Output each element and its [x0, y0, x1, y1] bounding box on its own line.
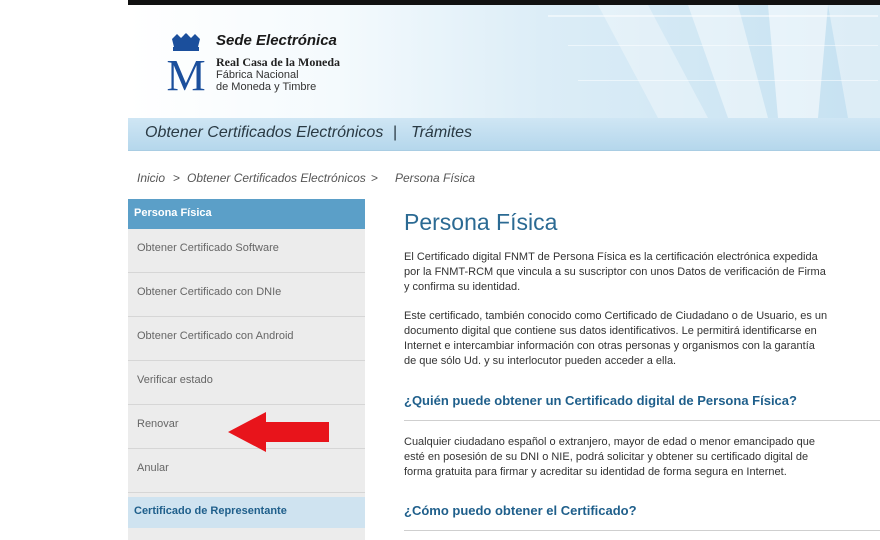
nav-tramites[interactable]: Trámites [411, 124, 472, 142]
sidebar-item-obtener-software[interactable]: Obtener Certificado Software [128, 229, 365, 273]
logo-letter: M [166, 51, 205, 93]
site-title[interactable]: Sede Electrónica [216, 32, 337, 49]
text-line: Internet e intercambiar información con … [404, 340, 815, 352]
crown-m-logo-icon[interactable]: M [163, 33, 209, 93]
divider [404, 420, 880, 421]
org-subtitle-2: de Moneda y Timbre [216, 81, 317, 93]
breadcrumb-separator: > [371, 171, 379, 185]
divider [404, 530, 880, 531]
description-paragraph: Este certificado, también conocido como … [404, 309, 880, 369]
sidebar-item-verificar-estado[interactable]: Verificar estado [128, 361, 365, 405]
sidebar-item-label: Anular [137, 462, 169, 474]
text-line: esté en posesión de su DNI o NIE, podrá … [404, 451, 809, 463]
text-line: forma gratuita para firmar y acreditar s… [404, 466, 787, 478]
sidebar-item-label: Obtener Certificado con DNIe [137, 286, 282, 298]
sidebar-item-label: Obtener Certificado con Android [137, 330, 294, 342]
breadcrumb-current: Persona Física [395, 171, 476, 185]
text-line: Este certificado, también conocido como … [404, 310, 828, 322]
text-line: por la FNMT-RCM que vincula a su suscrip… [404, 266, 826, 278]
text-line: El Certificado digital FNMT de Persona F… [404, 251, 818, 263]
sidebar-item-obtener-dnie[interactable]: Obtener Certificado con DNIe [128, 273, 365, 317]
who-paragraph: Cualquier ciudadano español o extranjero… [404, 435, 880, 480]
question-heading-how: ¿Cómo puedo obtener el Certificado? [404, 503, 637, 518]
breadcrumb-obtener-certificados[interactable]: Obtener Certificados Electrónicos [187, 171, 366, 185]
sidebar-item-label: Renovar [137, 418, 179, 430]
sidebar-section-2-title: Certificado de Representante [134, 505, 287, 517]
org-subtitle-1: Fábrica Nacional [216, 69, 299, 81]
question-heading-who: ¿Quién puede obtener un Certificado digi… [404, 393, 797, 408]
sidebar-next-item [128, 530, 365, 540]
sidebar-item-obtener-android[interactable]: Obtener Certificado con Android [128, 317, 365, 361]
red-arrow-icon [228, 412, 329, 452]
sidebar-section-representante[interactable]: Certificado de Representante [128, 497, 365, 528]
intro-paragraph: El Certificado digital FNMT de Persona F… [404, 250, 880, 295]
sidebar-section-header[interactable]: Persona Física [128, 199, 365, 229]
sidebar-item-anular[interactable]: Anular [128, 449, 365, 493]
text-line: y confirma su identidad. [404, 281, 521, 293]
sidebar-section-title: Persona Física [134, 207, 212, 219]
text-line: de que sólo Ud. y su interlocutor pueden… [404, 355, 677, 367]
breadcrumb-separator: > [173, 171, 181, 185]
text-line: documento digital que contiene sus datos… [404, 325, 817, 337]
sidebar-item-label: Verificar estado [137, 374, 213, 386]
org-name: Real Casa de la Moneda [216, 55, 340, 69]
text-line: Cualquier ciudadano español o extranjero… [404, 436, 815, 448]
page-title: Persona Física [404, 209, 558, 235]
sidebar-item-label: Obtener Certificado Software [137, 242, 279, 254]
breadcrumb-home[interactable]: Inicio [137, 171, 165, 185]
nav-separator: | [393, 124, 398, 141]
nav-obtener-certificados[interactable]: Obtener Certificados Electrónicos [145, 124, 383, 142]
